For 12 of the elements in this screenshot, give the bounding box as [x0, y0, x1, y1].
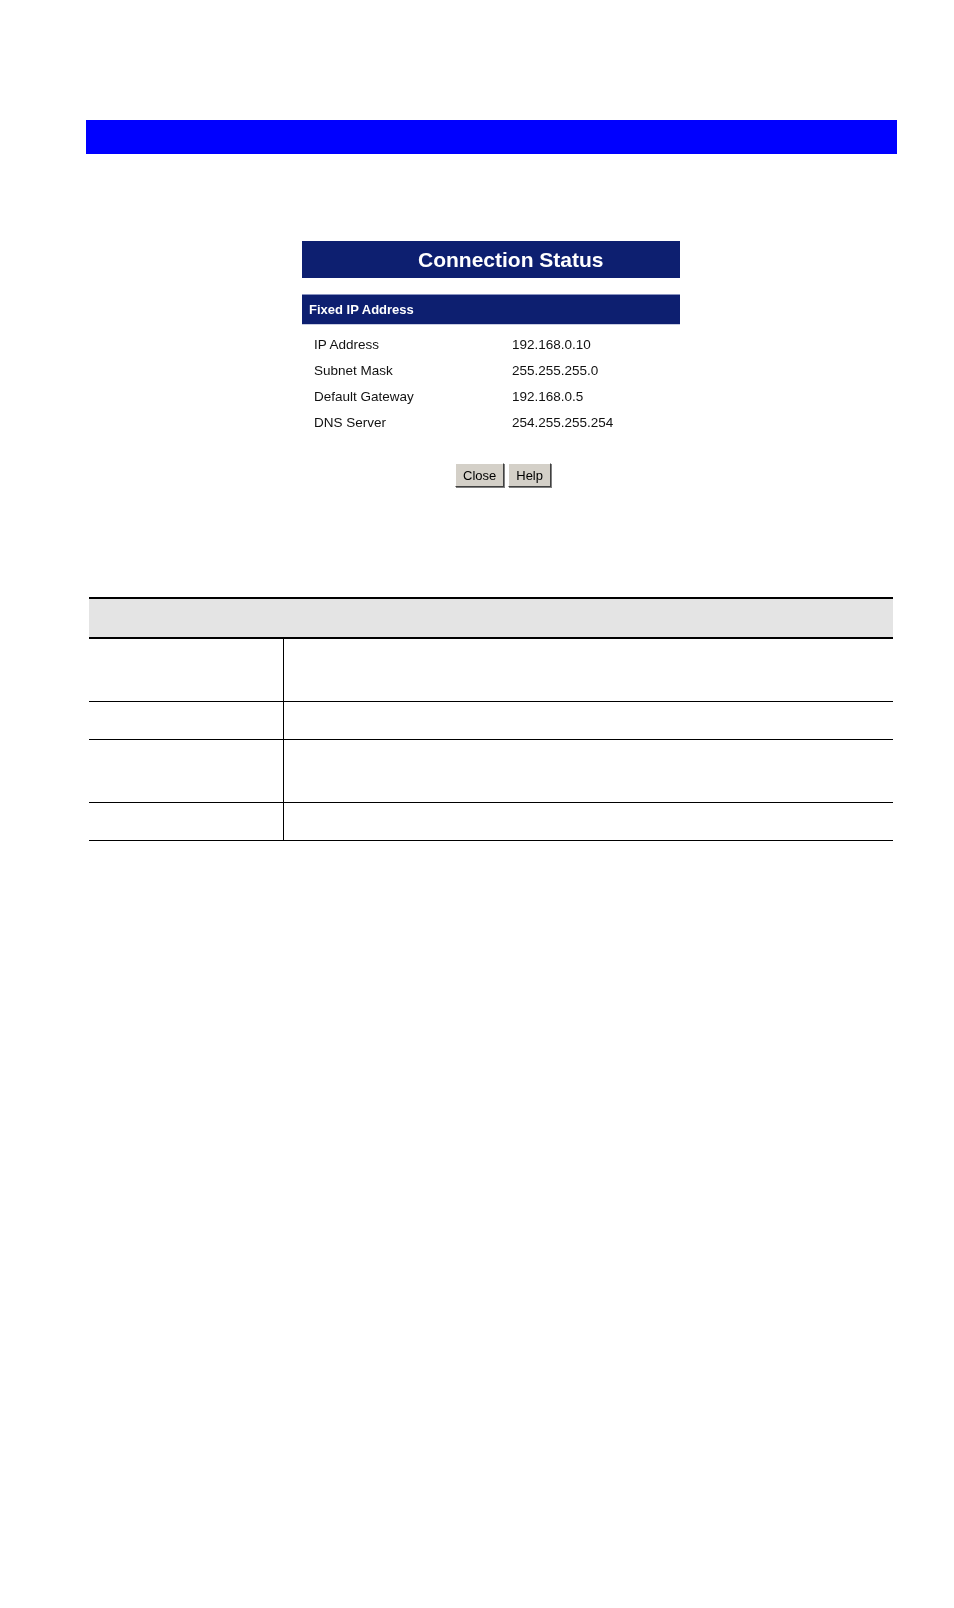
field-label: Default Gateway — [314, 388, 415, 404]
field-value: 255.255.255.0 — [512, 362, 599, 378]
dialog-title: Connection Status — [302, 241, 680, 278]
field-value: 192.168.0.10 — [512, 336, 591, 352]
field-label: IP Address — [314, 336, 381, 352]
field-label: DNS Server — [314, 414, 387, 430]
help-button[interactable]: Help — [508, 463, 551, 487]
section-header: Fixed IP Address — [302, 294, 680, 325]
close-button[interactable]: Close — [455, 463, 505, 487]
field-label: Subnet Mask — [314, 362, 394, 378]
field-value: 192.168.0.5 — [512, 388, 584, 404]
field-value: 254.255.255.254 — [512, 414, 614, 430]
